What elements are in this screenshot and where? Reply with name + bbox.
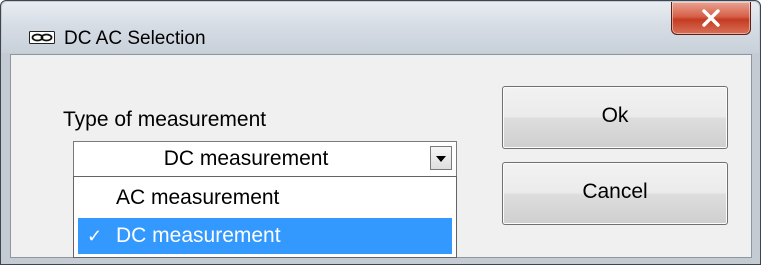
link-chain-icon — [29, 31, 55, 44]
measurement-type-combobox[interactable]: DC measurement — [73, 141, 457, 177]
window-title: DC AC Selection — [64, 28, 206, 49]
dialog-body: Type of measurement DC measurement AC me… — [10, 54, 752, 258]
cancel-button-label: Cancel — [582, 180, 648, 203]
ok-button-label: Ok — [601, 104, 629, 127]
measurement-type-dropdown-list: AC measurement ✓ DC measurement — [73, 176, 457, 258]
close-button[interactable] — [671, 2, 751, 35]
option-dc-measurement[interactable]: ✓ DC measurement — [78, 218, 452, 254]
close-x-icon — [702, 9, 720, 27]
title-bar[interactable]: DC AC Selection — [2, 2, 759, 53]
ok-button[interactable]: Ok — [502, 86, 728, 149]
combobox-dropdown-button[interactable] — [430, 146, 452, 170]
cancel-button[interactable]: Cancel — [502, 162, 728, 225]
measurement-type-label: Type of measurement — [63, 108, 267, 131]
option-ac-measurement[interactable]: AC measurement — [78, 180, 452, 216]
option-label: DC measurement — [116, 224, 281, 247]
combobox-selected-value: DC measurement — [163, 147, 329, 170]
option-label: AC measurement — [116, 186, 280, 209]
checkmark-icon: ✓ — [87, 226, 103, 246]
dialog-window: DC AC Selection Type of measurement DC m… — [0, 0, 761, 265]
dropdown-arrow-icon — [436, 156, 446, 162]
